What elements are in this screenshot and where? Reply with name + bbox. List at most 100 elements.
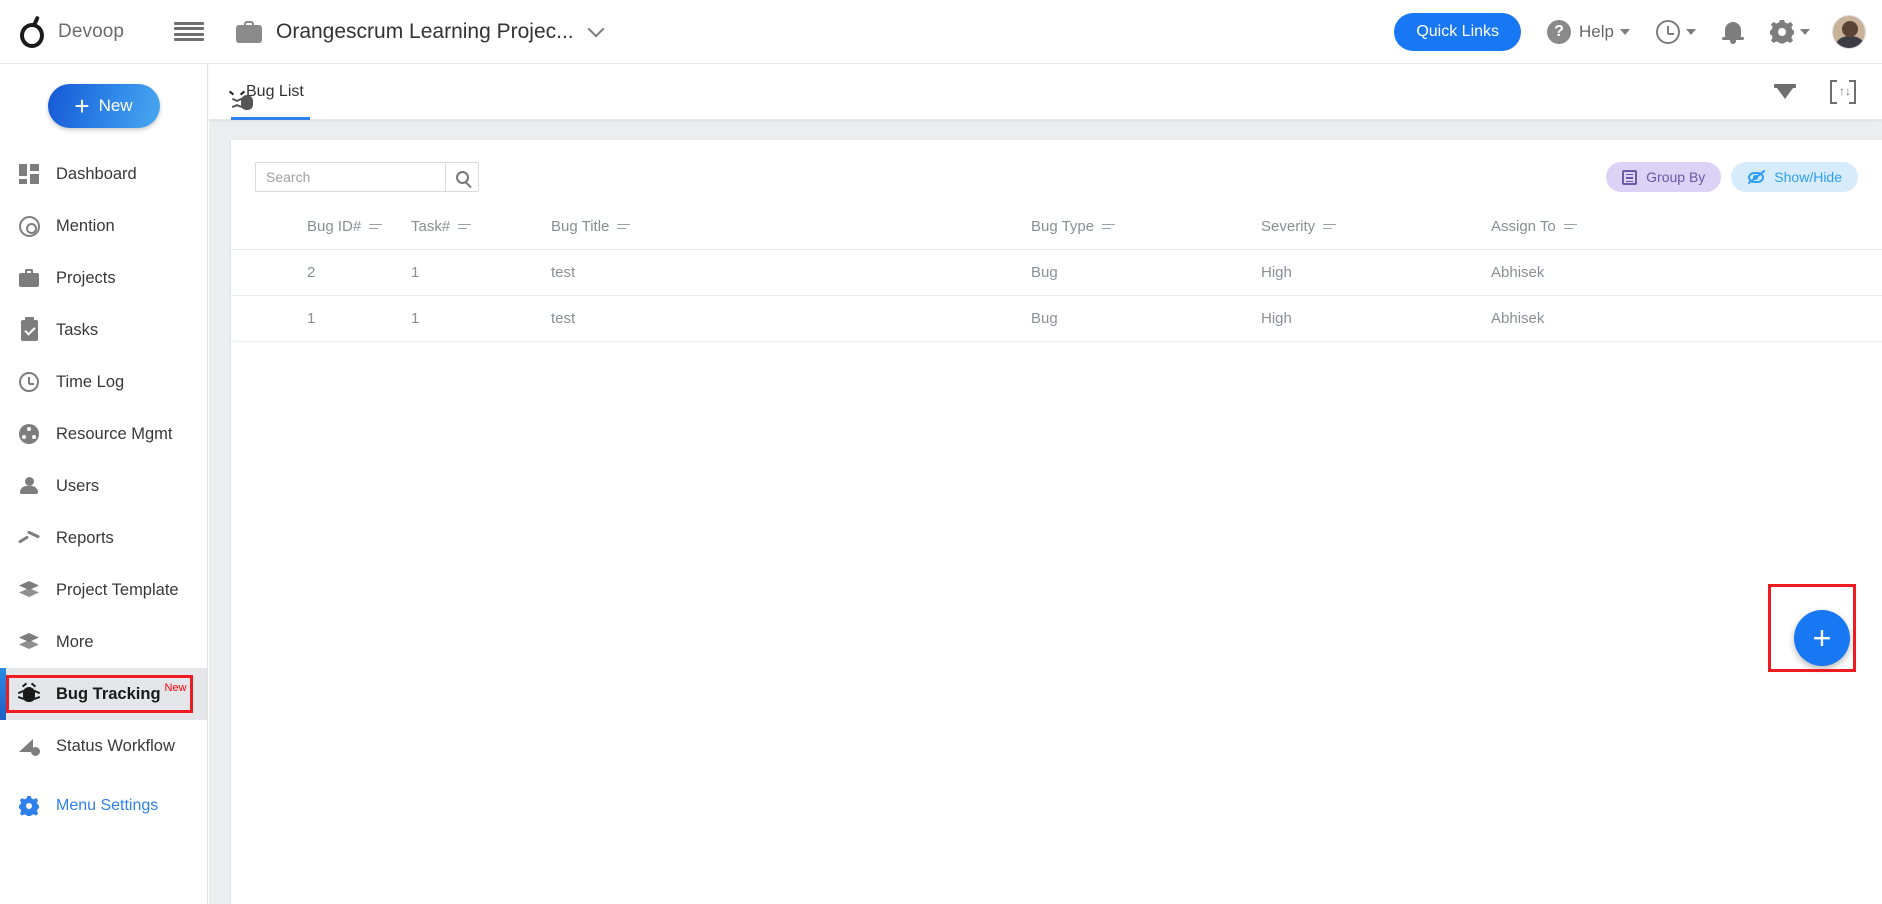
quick-links-button[interactable]: Quick Links — [1394, 12, 1522, 51]
column-header-bug-type[interactable]: Bug Type — [1031, 218, 1261, 250]
show-hide-label: Show/Hide — [1774, 169, 1842, 185]
list-icon — [1622, 169, 1638, 185]
sidebar-item-time-log[interactable]: Time Log — [0, 356, 207, 408]
cell-bug-type: Bug — [1031, 249, 1261, 296]
tab-bug-list[interactable]: Bug List — [228, 64, 310, 120]
cell-bug-id[interactable]: 1 — [231, 295, 411, 342]
sidebar-item-label: Project Template — [56, 580, 179, 599]
sidebar-item-label: Menu Settings — [56, 797, 159, 814]
sidebar-item-bug-tracking[interactable]: Bug Tracking New — [0, 668, 207, 720]
group-by-button[interactable]: Group By — [1606, 162, 1722, 192]
column-header-bug-id[interactable]: Bug ID# — [231, 218, 411, 250]
search-icon — [455, 170, 469, 184]
sidebar-item-label: Projects — [56, 268, 116, 287]
search-button[interactable] — [445, 162, 479, 192]
fab-container: + — [1768, 584, 1856, 672]
notifications-button[interactable] — [1722, 20, 1744, 44]
import-export-icon[interactable]: ↑↓ — [1830, 79, 1856, 104]
chevron-down-icon[interactable] — [587, 20, 605, 37]
table-row[interactable]: 1 1 test Bug High Abhisek — [231, 295, 1882, 342]
sort-icon[interactable] — [1563, 223, 1577, 230]
cell-severity: High — [1261, 249, 1491, 296]
briefcase-icon — [236, 20, 262, 43]
card-actions: Group By Show/Hide — [1606, 162, 1858, 192]
table-header-row: Bug ID# Task# Bug Title Bug Type Severit… — [231, 218, 1882, 250]
chevron-down-icon — [1800, 28, 1810, 35]
resource-icon — [18, 423, 40, 445]
help-menu[interactable]: ? Help — [1547, 19, 1630, 44]
sidebar-nav: Dashboard Mention Projects Tasks Time Lo… — [0, 146, 207, 832]
gear-icon — [18, 795, 40, 817]
column-label: Bug Title — [551, 218, 610, 235]
eye-slash-icon — [1747, 169, 1766, 184]
cell-task[interactable]: 1 — [411, 249, 551, 296]
sidebar-item-more[interactable]: More — [0, 616, 207, 668]
layers-icon — [18, 579, 40, 601]
column-header-task[interactable]: Task# — [411, 218, 551, 250]
layers-icon — [18, 631, 40, 653]
brand[interactable]: Devoop — [18, 15, 158, 49]
sort-icon[interactable] — [369, 223, 383, 230]
sidebar-item-mention[interactable]: Mention — [0, 200, 207, 252]
cell-bug-title[interactable]: test — [551, 295, 1031, 342]
brand-name: Devoop — [58, 20, 125, 42]
sidebar-item-status-workflow[interactable]: Status Workflow — [0, 720, 207, 772]
question-circle-icon: ? — [1547, 19, 1572, 44]
sidebar-item-label: Dashboard — [56, 164, 137, 183]
cell-assign-to: Abhisek — [1491, 295, 1882, 342]
hamburger-icon[interactable] — [174, 20, 204, 44]
sidebar-item-dashboard[interactable]: Dashboard — [0, 148, 207, 200]
bell-icon — [1722, 20, 1744, 44]
chevron-down-icon — [1620, 28, 1630, 35]
cell-assign-to: Abhisek — [1491, 249, 1882, 296]
sidebar-item-resource-mgmt[interactable]: Resource Mgmt — [0, 408, 207, 460]
new-button[interactable]: + New — [47, 84, 160, 128]
search-group — [255, 162, 479, 192]
user-icon — [18, 475, 40, 497]
sidebar-item-menu-settings[interactable]: Menu Settings — [0, 780, 207, 832]
orange-logo-icon — [18, 15, 48, 49]
timer-menu[interactable] — [1656, 19, 1696, 44]
sidebar: + New Dashboard Mention Projects Tasks T… — [0, 64, 208, 904]
sidebar-item-reports[interactable]: Reports — [0, 512, 207, 564]
highlight-box — [1768, 584, 1856, 672]
show-hide-button[interactable]: Show/Hide — [1731, 162, 1858, 192]
sidebar-item-users[interactable]: Users — [0, 460, 207, 512]
column-label: Task# — [411, 218, 451, 235]
sort-icon[interactable] — [1102, 223, 1116, 230]
sort-icon[interactable] — [458, 223, 472, 230]
column-header-assign-to[interactable]: Assign To — [1491, 218, 1882, 250]
search-input[interactable] — [255, 162, 445, 192]
sidebar-item-label: Reports — [56, 528, 114, 547]
card-toolbar: Group By Show/Hide — [231, 140, 1882, 192]
sort-icon[interactable] — [617, 223, 631, 230]
sidebar-item-projects[interactable]: Projects — [0, 252, 207, 304]
sidebar-item-label: Bug Tracking — [56, 684, 161, 703]
main-content: Bug List ↑↓ Search Group By Show/Hide Bu… — [209, 64, 1882, 904]
sidebar-item-tasks[interactable]: Tasks — [0, 304, 207, 356]
table-row[interactable]: 2 1 test Bug High Abhisek — [231, 249, 1882, 296]
at-icon — [18, 215, 40, 237]
column-header-bug-title[interactable]: Bug Title — [551, 218, 1031, 250]
sidebar-item-label: Resource Mgmt — [56, 424, 173, 443]
column-header-severity[interactable]: Severity — [1261, 218, 1491, 250]
filter-funnel-icon[interactable] — [1774, 81, 1796, 103]
cell-task[interactable]: 1 — [411, 295, 551, 342]
tab-label: Bug List — [246, 82, 304, 100]
cell-bug-title[interactable]: test — [551, 249, 1031, 296]
gear-icon — [1770, 19, 1794, 44]
sidebar-item-label: Tasks — [56, 320, 99, 339]
sidebar-item-label: Time Log — [56, 372, 125, 391]
avatar[interactable] — [1832, 14, 1866, 49]
bug-icon — [17, 682, 41, 705]
sort-icon[interactable] — [1323, 223, 1337, 230]
tab-bar: Bug List ↑↓ — [209, 64, 1882, 120]
cell-bug-id[interactable]: 2 — [231, 249, 411, 296]
settings-menu[interactable] — [1770, 19, 1810, 44]
chevron-down-icon — [1686, 28, 1696, 35]
cell-severity: High — [1261, 295, 1491, 342]
column-label: Bug ID# — [307, 218, 362, 235]
sidebar-item-project-template[interactable]: Project Template — [0, 564, 207, 616]
project-selector[interactable]: Orangescrum Learning Projec... — [236, 20, 605, 44]
sidebar-item-label: Mention — [56, 216, 115, 235]
